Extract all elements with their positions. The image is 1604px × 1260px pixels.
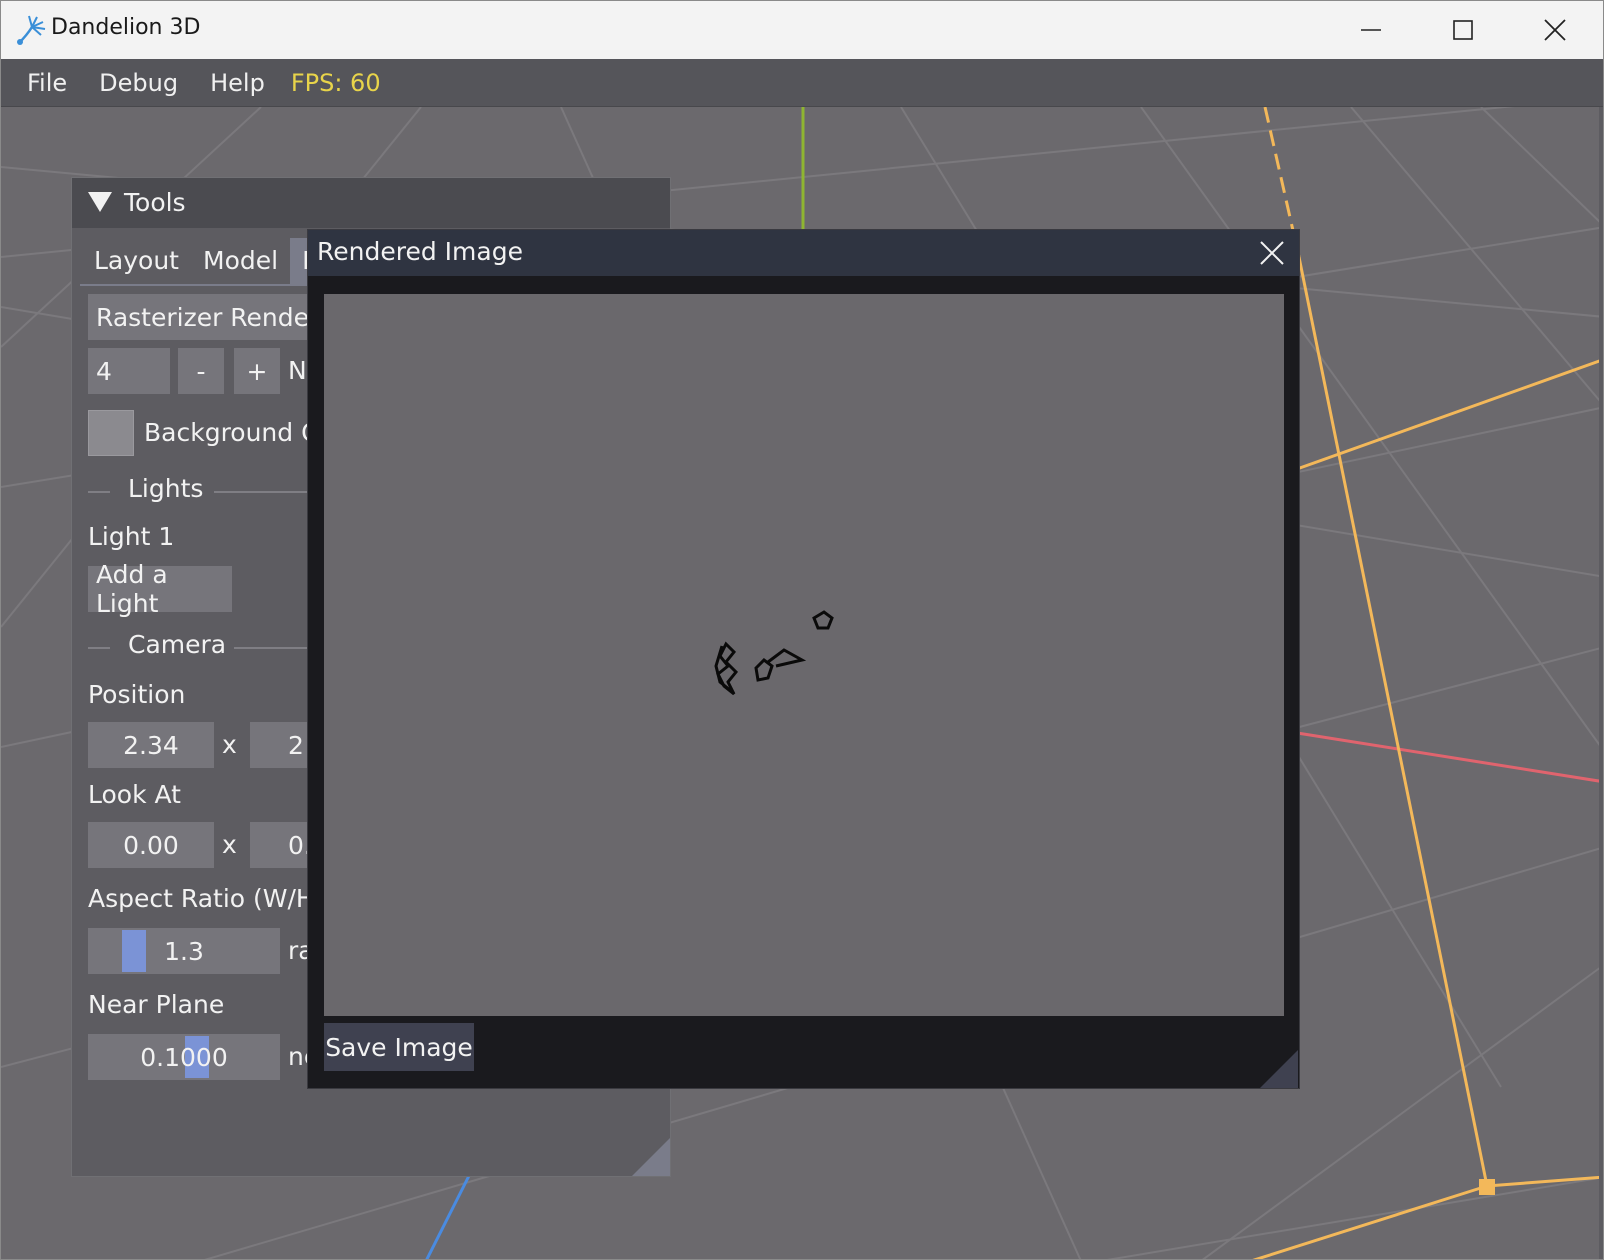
minimize-icon [1361,29,1381,31]
sample-count-input[interactable]: 4 [88,348,170,394]
position-x-suffix: x [222,730,237,759]
camera-frustum [1252,107,1603,1259]
near-plane-value: 0.1000 [140,1042,228,1072]
save-image-button[interactable]: Save Image [324,1023,474,1071]
tools-title: Tools [124,188,186,217]
menu-help[interactable]: Help [194,69,281,97]
tab-model[interactable]: Model [191,238,290,284]
lights-separator-right [214,491,314,493]
camera-separator-left [88,647,110,649]
dialog-resize-grip[interactable] [1260,1050,1298,1088]
title-bar[interactable]: Dandelion 3D [1,1,1603,59]
look-at-x-suffix: x [222,830,237,859]
menu-debug[interactable]: Debug [83,69,194,97]
dialog-close-icon[interactable] [1255,236,1289,270]
aspect-ratio-slider-knob[interactable] [122,930,146,972]
position-label: Position [88,680,186,709]
look-at-x-value: 0.00 [123,830,179,860]
look-at-x-input[interactable]: 0.00 [88,822,214,868]
tools-resize-grip[interactable] [632,1138,670,1176]
window-title: Dandelion 3D [51,15,201,40]
background-color-swatch[interactable] [88,410,134,456]
add-light-label: Add a Light [96,560,168,618]
rendered-model [714,610,834,696]
position-y-value: 2 [288,730,304,760]
fps-counter: FPS: 60 [290,68,381,97]
increment-button[interactable]: + [234,348,280,394]
dialog-header[interactable]: Rendered Image [308,230,1299,276]
tools-panel-header[interactable]: Tools [72,178,670,228]
close-icon [1544,19,1566,41]
near-plane-label: Near Plane [88,990,225,1019]
decrement-button[interactable]: - [178,348,224,394]
plus-label: + [246,356,268,386]
menu-bar: File Debug Help FPS: 60 [1,59,1603,107]
sample-count-value: 4 [96,356,112,386]
maximize-button[interactable] [1417,1,1509,59]
camera-marker[interactable] [1479,1179,1495,1195]
position-x-value: 2.34 [123,730,179,760]
lights-separator-left [88,491,110,493]
save-image-label: Save Image [325,1032,473,1062]
aspect-ratio-slider[interactable]: 1.3 [88,928,280,974]
dialog-title: Rendered Image [317,237,523,266]
aspect-ratio-value: 1.3 [164,936,204,966]
minus-label: - [196,356,206,386]
close-window-button[interactable] [1509,1,1601,59]
near-plane-slider[interactable]: 0.1000 [88,1034,280,1080]
look-at-label: Look At [88,780,181,809]
position-y-input[interactable]: 2 [250,722,310,768]
sample-count-label: N [288,356,307,385]
menu-file[interactable]: File [1,69,83,97]
tab-layout[interactable]: Layout [82,238,191,284]
x-axis-line [1290,730,1603,784]
camera-separator-right [234,647,314,649]
camera-header: Camera [128,630,227,659]
app-window: Dandelion 3D File Debug Help FPS: 60 Too… [0,0,1604,1260]
aspect-ratio-label: Aspect Ratio (W/H) [88,884,325,913]
tools-tabs: Layout Model R [82,238,332,284]
look-at-y-input[interactable]: 0. [250,822,312,868]
light-1-label[interactable]: Light 1 [88,522,174,551]
minimize-button[interactable] [1325,1,1417,59]
maximize-icon [1453,20,1473,40]
background-color-label: Background C [144,418,319,447]
lights-header: Lights [128,474,204,503]
collapse-arrow-icon[interactable] [88,192,112,212]
position-x-input[interactable]: 2.34 [88,722,214,768]
rendered-image-dialog[interactable]: Rendered Image Save Image [307,229,1300,1089]
rendered-image [324,294,1284,1016]
add-light-button[interactable]: Add a Light [88,560,232,618]
dandelion-logo-icon [17,15,46,45]
